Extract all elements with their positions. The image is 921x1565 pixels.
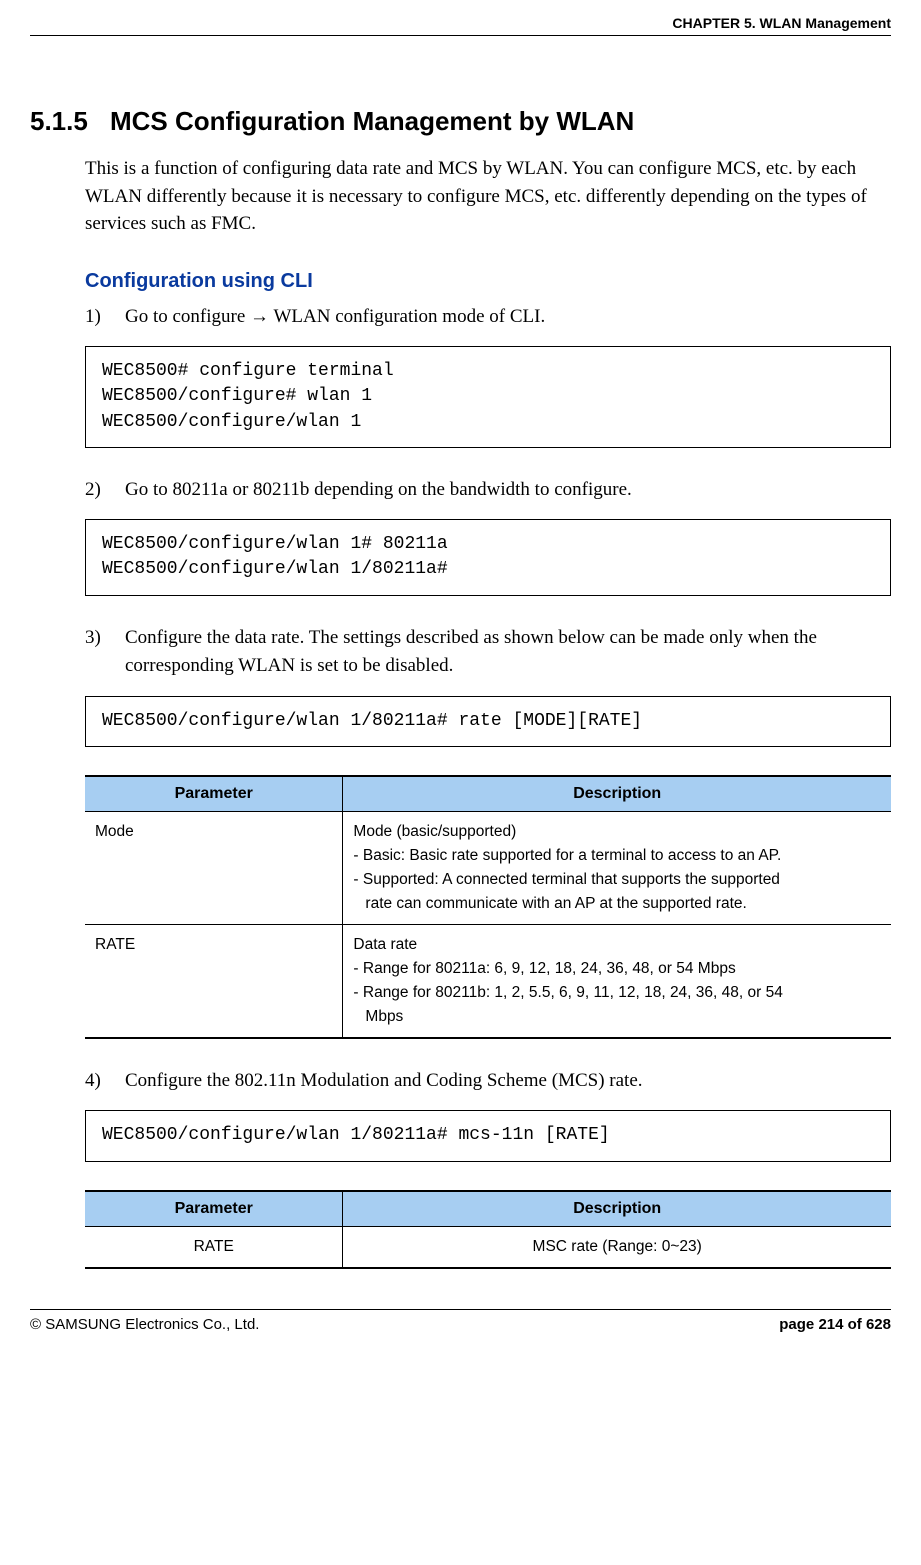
step-text: Configure the 802.11n Modulation and Cod… — [125, 1067, 891, 1096]
step-number: 3) — [85, 624, 125, 681]
cell-param: Mode — [85, 811, 343, 924]
cell-desc: Data rate - Range for 80211a: 6, 9, 12, … — [343, 924, 891, 1038]
table-header-parameter: Parameter — [85, 776, 343, 812]
parameter-table-2: Parameter Description RATE MSC rate (Ran… — [85, 1190, 891, 1269]
step-number: 4) — [85, 1067, 125, 1096]
step-number: 2) — [85, 476, 125, 505]
cell-param: RATE — [85, 924, 343, 1038]
step-2: 2) Go to 80211a or 80211b depending on t… — [85, 476, 891, 505]
section-heading: 5.1.5 MCS Configuration Management by WL… — [30, 106, 891, 137]
step-text: Go to configure → WLAN configuration mod… — [125, 303, 891, 332]
section-intro: This is a function of configuring data r… — [85, 155, 891, 238]
step-4: 4) Configure the 802.11n Modulation and … — [85, 1067, 891, 1096]
step-1: 1) Go to configure → WLAN configuration … — [85, 303, 891, 332]
parameter-table-1: Parameter Description Mode Mode (basic/s… — [85, 775, 891, 1039]
section-title: MCS Configuration Management by WLAN — [110, 106, 634, 137]
footer-page-number: page 214 of 628 — [779, 1316, 891, 1333]
table-row: Mode Mode (basic/supported) - Basic: Bas… — [85, 811, 891, 924]
cell-desc: Mode (basic/supported) - Basic: Basic ra… — [343, 811, 891, 924]
chapter-title: CHAPTER 5. WLAN Management — [30, 15, 891, 31]
cell-desc: MSC rate (Range: 0~23) — [343, 1226, 891, 1268]
section-number: 5.1.5 — [30, 106, 110, 137]
step-text: Configure the data rate. The settings de… — [125, 624, 891, 681]
code-block-3: WEC8500/configure/wlan 1/80211a# rate [M… — [85, 696, 891, 747]
code-block-4: WEC8500/configure/wlan 1/80211a# mcs-11n… — [85, 1110, 891, 1161]
step-text: Go to 80211a or 80211b depending on the … — [125, 476, 891, 505]
table-header-description: Description — [343, 1191, 891, 1227]
config-cli-heading: Configuration using CLI — [85, 270, 891, 293]
code-block-2: WEC8500/configure/wlan 1# 80211a WEC8500… — [85, 519, 891, 595]
cell-param: RATE — [85, 1226, 343, 1268]
table-header-parameter: Parameter — [85, 1191, 343, 1227]
step-3: 3) Configure the data rate. The settings… — [85, 624, 891, 681]
code-block-1: WEC8500# configure terminal WEC8500/conf… — [85, 346, 891, 448]
page-header: CHAPTER 5. WLAN Management — [30, 15, 891, 36]
table-row: RATE MSC rate (Range: 0~23) — [85, 1226, 891, 1268]
page-footer: © SAMSUNG Electronics Co., Ltd. page 214… — [30, 1309, 891, 1333]
footer-copyright: © SAMSUNG Electronics Co., Ltd. — [30, 1316, 259, 1333]
table-row: RATE Data rate - Range for 80211a: 6, 9,… — [85, 924, 891, 1038]
step-number: 1) — [85, 303, 125, 332]
table-header-description: Description — [343, 776, 891, 812]
